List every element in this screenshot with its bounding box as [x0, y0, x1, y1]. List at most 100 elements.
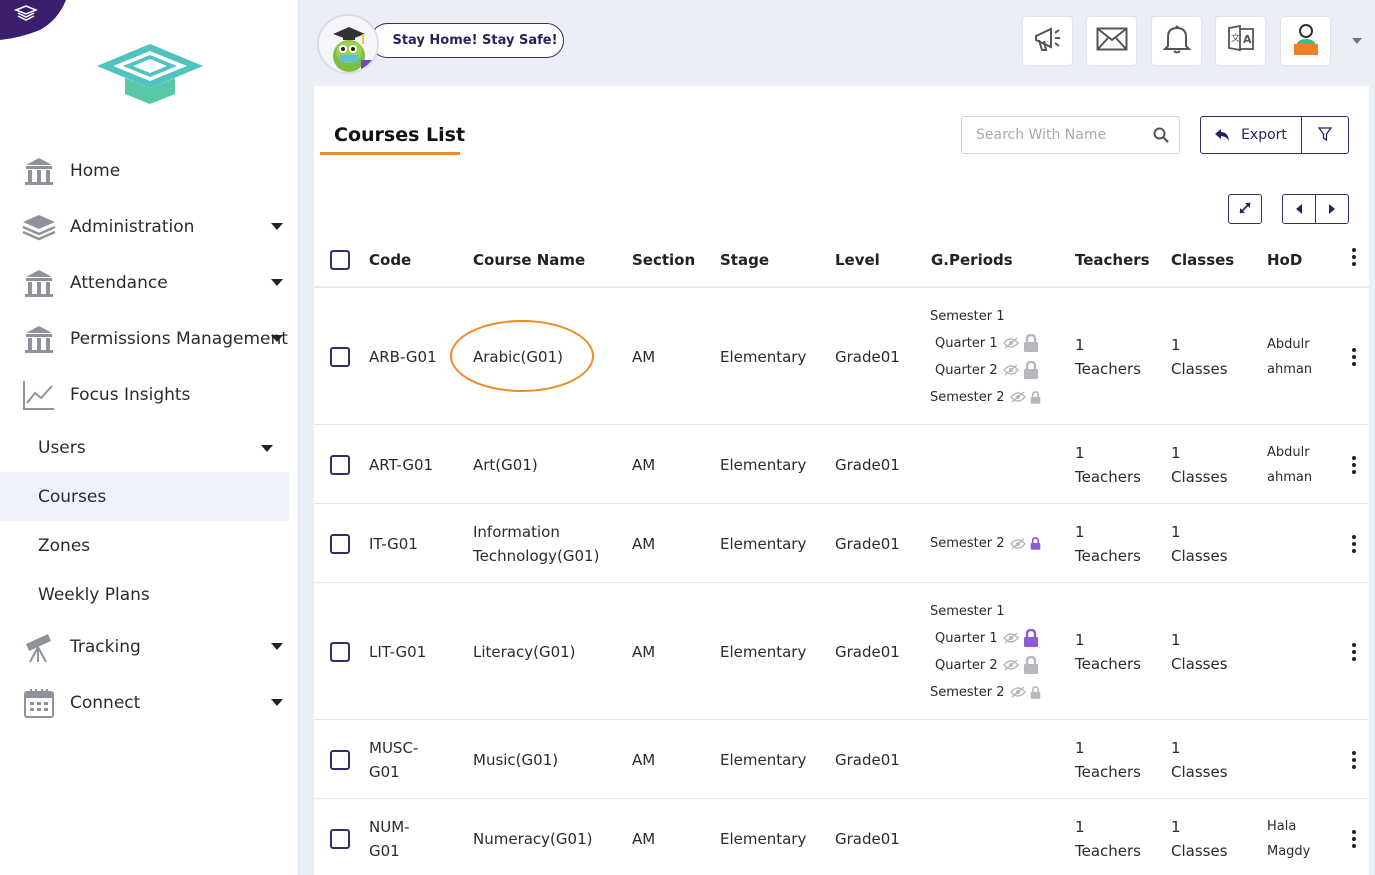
filter-button[interactable]	[1302, 117, 1348, 153]
column-header-course-name[interactable]: Course Name	[473, 251, 585, 269]
lock-icon[interactable]	[1023, 656, 1039, 674]
row-checkbox[interactable]	[330, 533, 350, 554]
course-classes: 1 Classes	[1171, 736, 1228, 784]
sidebar-subitem-weekly-plans[interactable]: Weekly Plans	[0, 570, 289, 619]
expand-icon	[1238, 200, 1252, 219]
notifications-button[interactable]	[1151, 16, 1202, 66]
column-header-teachers[interactable]: Teachers	[1075, 251, 1150, 269]
lock-icon[interactable]	[1023, 361, 1039, 379]
sidebar-subitem-courses[interactable]: Courses	[0, 472, 289, 521]
eye-slash-icon[interactable]	[1002, 659, 1019, 671]
row-menu-button[interactable]	[1352, 347, 1356, 366]
building-icon	[22, 154, 56, 188]
eye-slash-icon[interactable]	[1009, 686, 1026, 698]
course-code: ARB-G01	[369, 345, 437, 369]
row-checkbox[interactable]	[330, 346, 350, 367]
course-stage: Elementary	[720, 345, 806, 369]
grading-period: Semester 2	[930, 679, 1041, 706]
course-stage: Elementary	[720, 748, 806, 772]
announcements-button[interactable]	[1022, 16, 1073, 66]
prev-page-button[interactable]	[1283, 195, 1316, 223]
row-checkbox[interactable]	[330, 749, 350, 770]
course-classes-line: Classes	[1171, 546, 1228, 565]
eye-slash-icon[interactable]	[1002, 364, 1019, 376]
row-menu-button[interactable]	[1352, 750, 1356, 769]
table-row[interactable]: ART-G01 Art(G01) AM Elementary Grade01 1 Teach…	[314, 425, 1369, 504]
course-code: MUSC- G01	[369, 736, 418, 784]
lock-icon[interactable]	[1023, 629, 1039, 647]
sidebar-item-label: Permissions Management	[70, 329, 288, 349]
title-underline	[320, 152, 460, 155]
column-header-gperiods[interactable]: G.Periods	[931, 251, 1013, 269]
stay-safe-banner[interactable]: Stay Home! Stay Safe!	[370, 23, 564, 58]
filter-icon	[1317, 126, 1333, 145]
course-name: Literacy(G01)	[473, 640, 576, 664]
user-profile-button[interactable]	[1280, 16, 1331, 66]
row-menu-button[interactable]	[1352, 830, 1356, 848]
course-stage-line: Elementary	[720, 830, 807, 848]
eye-slash-icon[interactable]	[1002, 632, 1019, 644]
sidebar-subitem-users[interactable]: Users	[0, 423, 289, 472]
expand-button[interactable]	[1228, 194, 1262, 224]
next-page-button[interactable]	[1316, 195, 1348, 223]
columns-menu-button[interactable]	[1352, 248, 1356, 266]
eye-slash-icon[interactable]	[1009, 391, 1026, 403]
sidebar-item-attendance[interactable]: Attendance	[0, 255, 289, 311]
sidebar-item-label: Home	[70, 161, 121, 181]
column-header-level[interactable]: Level	[835, 251, 880, 269]
course-code-line: IT-G01	[369, 534, 418, 553]
lock-icon[interactable]	[1030, 537, 1041, 550]
course-teachers-line: 1	[1075, 335, 1085, 354]
row-menu-button[interactable]	[1352, 642, 1356, 661]
table-row[interactable]: IT-G01 Information Technology(G01) AM Elemen…	[314, 504, 1369, 583]
sidebar-item-focus-insights[interactable]: Focus Insights	[0, 367, 289, 423]
search-input[interactable]	[976, 127, 1146, 143]
course-name: Information Technology(G01)	[473, 520, 599, 568]
messages-button[interactable]	[1086, 16, 1137, 66]
app-corner-icon[interactable]	[0, 0, 66, 40]
row-checkbox[interactable]	[330, 829, 350, 849]
column-header-classes[interactable]: Classes	[1171, 251, 1234, 269]
eye-slash-icon[interactable]	[1002, 337, 1019, 349]
course-name: Numeracy(G01)	[473, 827, 592, 851]
eye-slash-icon[interactable]	[1009, 537, 1026, 550]
sidebar-subitem-zones[interactable]: Zones	[0, 521, 289, 570]
table-row[interactable]: LIT-G01 Literacy(G01) AM Elementary Grade01 1…	[314, 583, 1369, 720]
courses-card: Courses List Export Code Cour	[314, 86, 1369, 875]
sidebar-item-tracking[interactable]: Tracking	[0, 619, 289, 675]
table-row[interactable]: NUM- G01 Numeracy(G01) AM Elementary Grade01 1…	[314, 799, 1369, 875]
table-row[interactable]: ARB-G01 Arabic(G01) AM Elementary Grade01 1 Te…	[314, 288, 1369, 425]
lock-icon[interactable]	[1023, 334, 1039, 352]
sidebar-item-home[interactable]: Home	[0, 143, 289, 199]
translate-button[interactable]: 文A	[1215, 16, 1266, 66]
course-section-line: AM	[632, 455, 656, 474]
column-header-code[interactable]: Code	[369, 251, 411, 269]
building-icon	[22, 266, 56, 300]
column-header-section[interactable]: Section	[632, 251, 695, 269]
table-row[interactable]: MUSC- G01 Music(G01) AM Elementary Grade01 1 Te…	[314, 720, 1369, 799]
sidebar-item-permissions[interactable]: Permissions Management	[0, 311, 289, 367]
row-menu-button[interactable]	[1352, 534, 1356, 553]
export-button[interactable]: Export	[1201, 117, 1302, 153]
course-teachers: 1 Teachers	[1075, 520, 1141, 568]
lock-icon[interactable]	[1030, 390, 1041, 404]
course-hod-line: Abdulr	[1267, 444, 1310, 460]
column-header-hod[interactable]: HoD	[1267, 251, 1302, 269]
course-code-line: G01	[369, 842, 400, 860]
course-section: AM	[632, 748, 655, 772]
search-icon[interactable]	[1153, 127, 1169, 147]
grading-period: Semester 1	[930, 303, 1041, 330]
course-code-line: G01	[369, 762, 400, 781]
row-checkbox[interactable]	[330, 641, 350, 662]
lock-icon[interactable]	[1030, 685, 1041, 699]
select-all-checkbox[interactable]	[330, 250, 350, 270]
sidebar-item-connect[interactable]: Connect	[0, 675, 289, 731]
course-hod-line: ahman	[1267, 469, 1313, 485]
row-checkbox[interactable]	[330, 454, 350, 475]
chevron-down-icon[interactable]	[1352, 38, 1362, 44]
sidebar-item-administration[interactable]: Administration	[0, 199, 289, 255]
course-stage: Elementary	[720, 532, 806, 556]
grading-period-label: Semester 1	[930, 603, 1005, 619]
column-header-stage[interactable]: Stage	[720, 251, 769, 269]
row-menu-button[interactable]	[1352, 455, 1356, 474]
